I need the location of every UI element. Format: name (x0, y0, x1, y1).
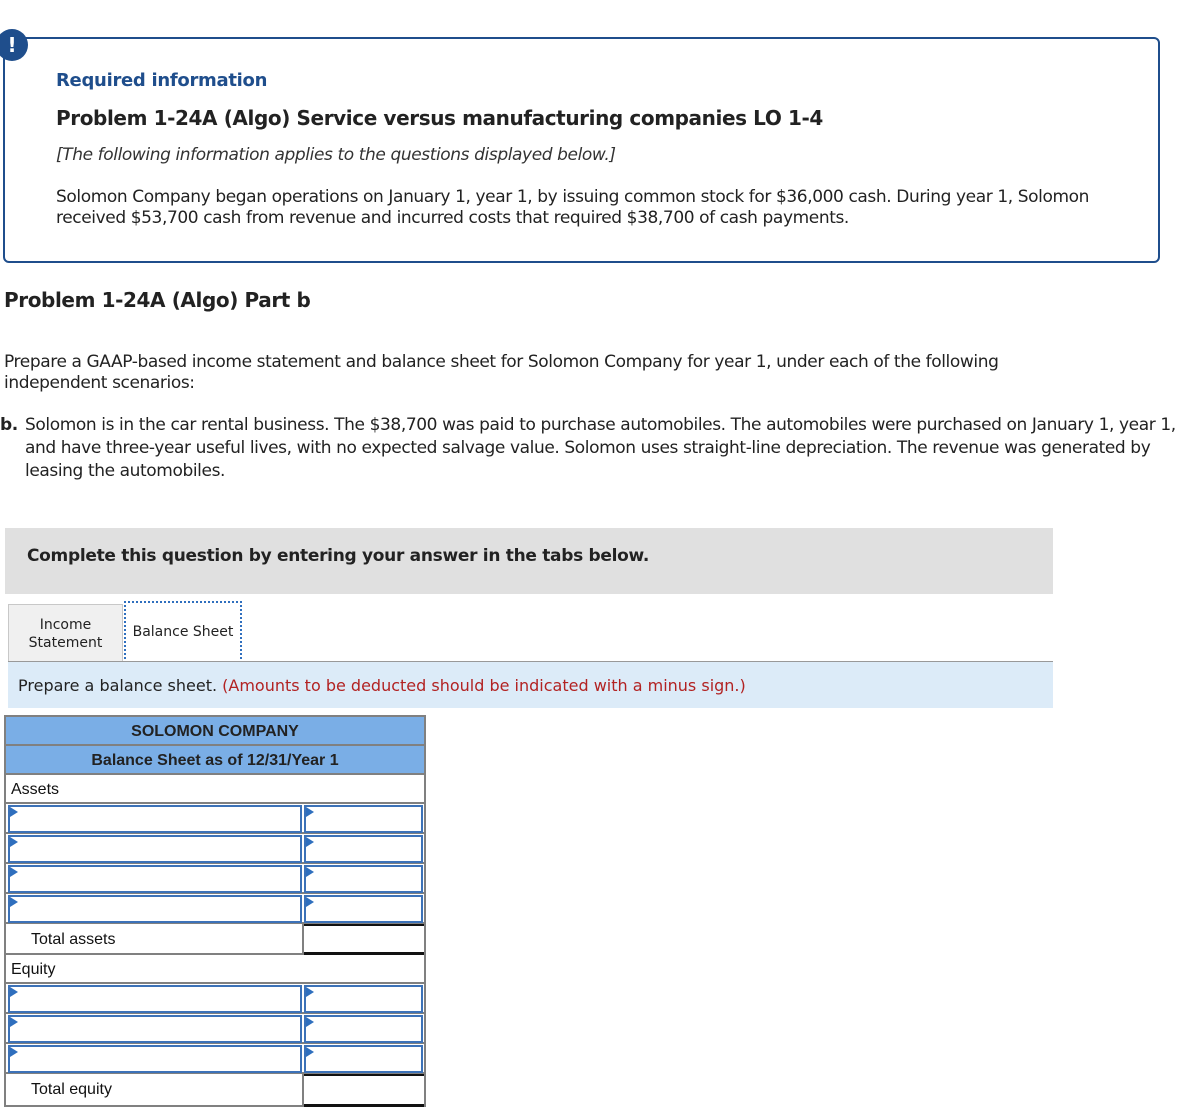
dropdown-flag-icon (10, 807, 18, 817)
prompt-instruction: Prepare a balance sheet. (18, 676, 218, 695)
assets-row-3-label-dropdown[interactable] (8, 865, 302, 893)
prompt-bar: Prepare a balance sheet. (Amounts to be … (8, 662, 1053, 708)
assets-row-2-label-dropdown[interactable] (8, 835, 302, 863)
equity-section-label: Equity (6, 955, 424, 984)
scenario-text: Solomon is in the car rental business. T… (25, 415, 1176, 481)
equity-row (6, 1044, 424, 1074)
equity-row-1-label-input[interactable] (10, 987, 300, 1011)
dropdown-flag-icon (10, 1017, 18, 1027)
tab-balance-sheet[interactable]: Balance Sheet (124, 601, 242, 663)
dropdown-flag-icon (305, 867, 314, 877)
assets-row (6, 864, 424, 894)
equity-row-2-label-input[interactable] (10, 1017, 300, 1041)
equity-row-1-amount-cell[interactable] (303, 985, 423, 1013)
total-assets-label: Total assets (6, 924, 304, 953)
total-equity-value (304, 1074, 424, 1107)
assets-row-3-amount-input[interactable] (305, 867, 421, 891)
scenario-letter: b. (0, 415, 18, 435)
equity-row-3-label-input[interactable] (10, 1047, 300, 1071)
statement-title-header: Balance Sheet as of 12/31/Year 1 (6, 746, 424, 775)
assets-row-1-amount-cell[interactable] (303, 805, 423, 833)
assets-section-label: Assets (6, 775, 424, 804)
assets-row-1-amount-input[interactable] (305, 807, 421, 831)
assets-row-4-label-input[interactable] (10, 897, 300, 921)
assets-row-4-amount-cell[interactable] (303, 895, 423, 923)
assets-row-1-label-input[interactable] (10, 807, 300, 831)
company-name-header: SOLOMON COMPANY (6, 717, 424, 746)
scenario-b: b. Solomon is in the car rental business.… (0, 414, 1180, 483)
total-equity-label: Total equity (6, 1074, 304, 1105)
total-assets-value (304, 924, 424, 955)
dropdown-flag-icon (305, 1017, 314, 1027)
equity-row-2-label-dropdown[interactable] (8, 1015, 302, 1043)
complete-question-text: Complete this question by entering your … (27, 546, 650, 566)
dropdown-flag-icon (305, 1047, 314, 1057)
assets-row (6, 834, 424, 864)
prompt-note: (Amounts to be deducted should be indica… (222, 676, 746, 695)
dropdown-flag-icon (305, 897, 314, 907)
assets-row (6, 804, 424, 834)
part-title: Problem 1-24A (Algo) Part b (4, 288, 311, 312)
assets-row-3-amount-cell[interactable] (303, 865, 423, 893)
total-assets-row: Total assets (6, 924, 424, 955)
total-equity-row: Total equity (6, 1074, 424, 1107)
tab-income-statement[interactable]: Income Statement (8, 604, 123, 662)
dropdown-flag-icon (10, 867, 18, 877)
assets-row-2-label-input[interactable] (10, 837, 300, 861)
complete-question-banner: Complete this question by entering your … (5, 528, 1053, 594)
dropdown-flag-icon (305, 807, 314, 817)
balance-sheet-table: SOLOMON COMPANY Balance Sheet as of 12/3… (4, 715, 426, 1107)
applies-note: [The following information applies to th… (56, 145, 616, 165)
dropdown-flag-icon (10, 987, 18, 997)
equity-row-3-amount-cell[interactable] (303, 1045, 423, 1073)
required-info-title: Required information (56, 70, 268, 91)
assets-row-3-label-input[interactable] (10, 867, 300, 891)
dropdown-flag-icon (10, 897, 18, 907)
dropdown-flag-icon (10, 837, 18, 847)
assets-row-1-label-dropdown[interactable] (8, 805, 302, 833)
assets-row-4-label-dropdown[interactable] (8, 895, 302, 923)
problem-title: Problem 1-24A (Algo) Service versus manu… (56, 106, 823, 130)
assets-row-4-amount-input[interactable] (305, 897, 421, 921)
equity-row (6, 984, 424, 1014)
equity-row-2-amount-input[interactable] (305, 1017, 421, 1041)
assets-row-2-amount-cell[interactable] (303, 835, 423, 863)
prompt-text: Prepare a balance sheet. (Amounts to be … (18, 676, 746, 695)
equity-row-2-amount-cell[interactable] (303, 1015, 423, 1043)
equity-row-1-label-dropdown[interactable] (8, 985, 302, 1013)
equity-row (6, 1014, 424, 1044)
dropdown-flag-icon (305, 987, 314, 997)
info-paragraph: Solomon Company began operations on Janu… (56, 187, 1090, 228)
equity-row-3-label-dropdown[interactable] (8, 1045, 302, 1073)
equity-row-1-amount-input[interactable] (305, 987, 421, 1011)
dropdown-flag-icon (305, 837, 314, 847)
dropdown-flag-icon (10, 1047, 18, 1057)
equity-row-3-amount-input[interactable] (305, 1047, 421, 1071)
assets-row-2-amount-input[interactable] (305, 837, 421, 861)
assets-row (6, 894, 424, 924)
instructions-text: Prepare a GAAP-based income statement an… (4, 352, 999, 393)
